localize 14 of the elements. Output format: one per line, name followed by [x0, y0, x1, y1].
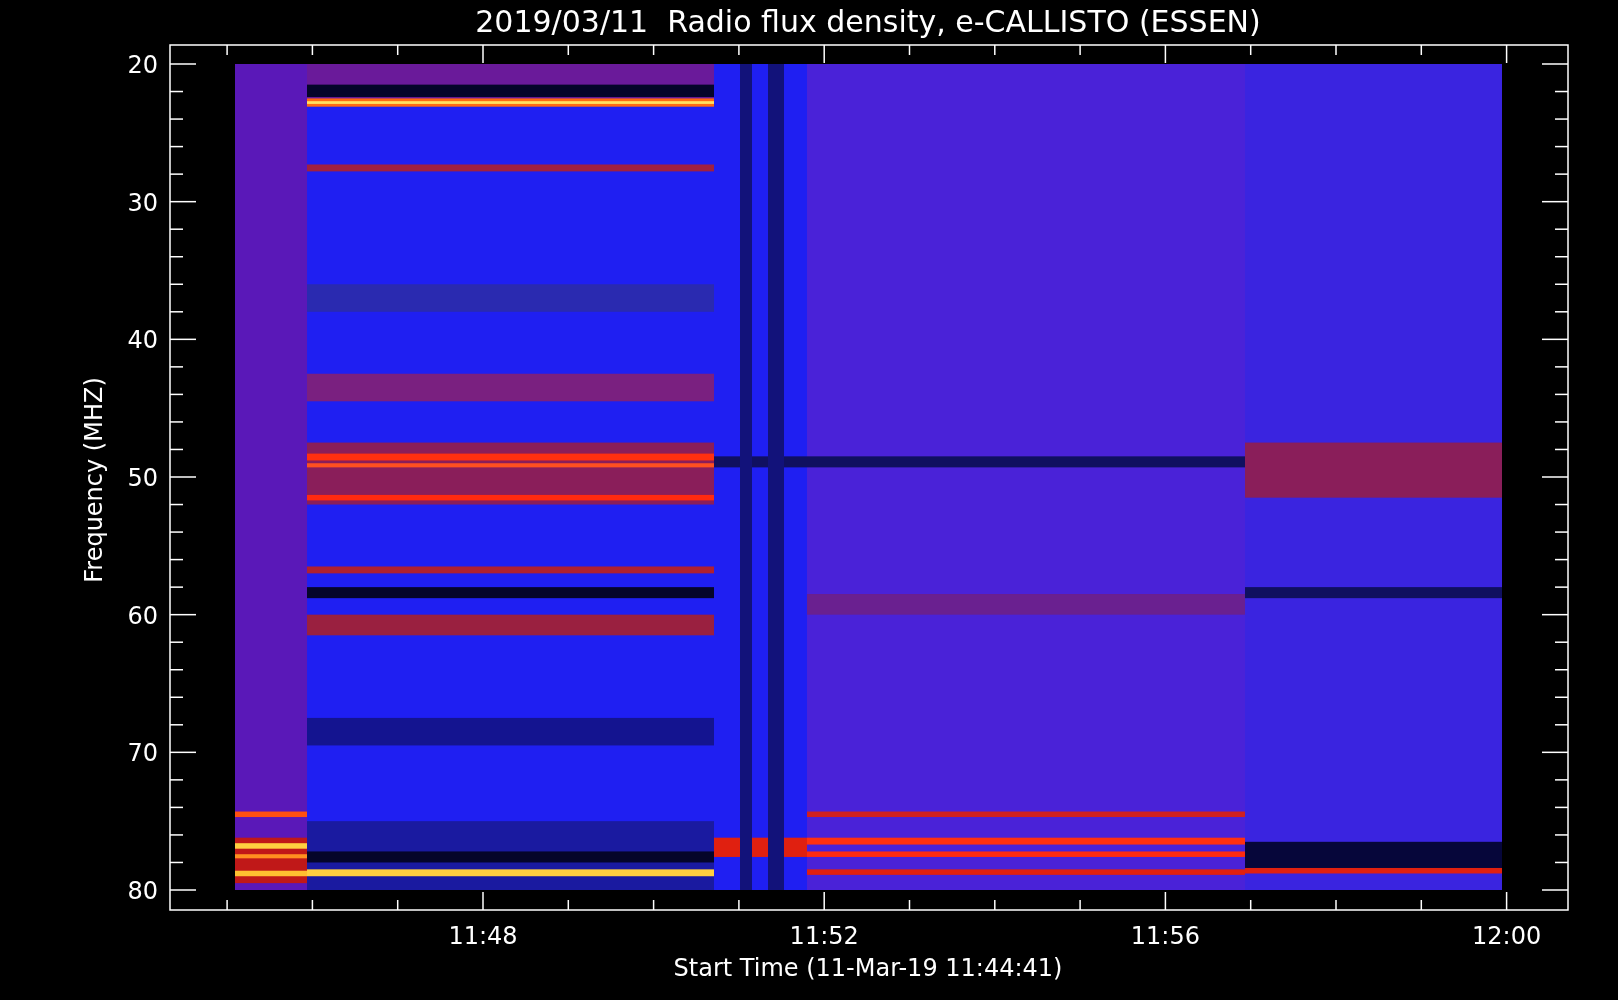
- x-tick-label: 11:56: [1130, 922, 1200, 950]
- y-axis-label: Frequency (MHZ): [80, 377, 108, 583]
- y-tick-label: 60: [127, 601, 158, 630]
- x-tick-label: 11:48: [448, 922, 518, 950]
- y-tick-label: 80: [127, 877, 158, 905]
- y-tick-label: 70: [127, 739, 158, 768]
- chart-title: 2019/03/11 Radio flux density, e-CALLISTO (ESSEN): [475, 4, 1261, 39]
- y-tick-label: 20: [127, 51, 158, 79]
- y-tick-label: 50: [127, 464, 158, 492]
- x-tick-label: 12:00: [1472, 922, 1542, 950]
- y-tick-label: 30: [127, 188, 158, 217]
- y-tick-label: 40: [127, 326, 158, 355]
- x-axis-label: Start Time (11-Mar-19 11:44:41): [673, 954, 1063, 982]
- x-tick-label: 11:52: [789, 922, 859, 950]
